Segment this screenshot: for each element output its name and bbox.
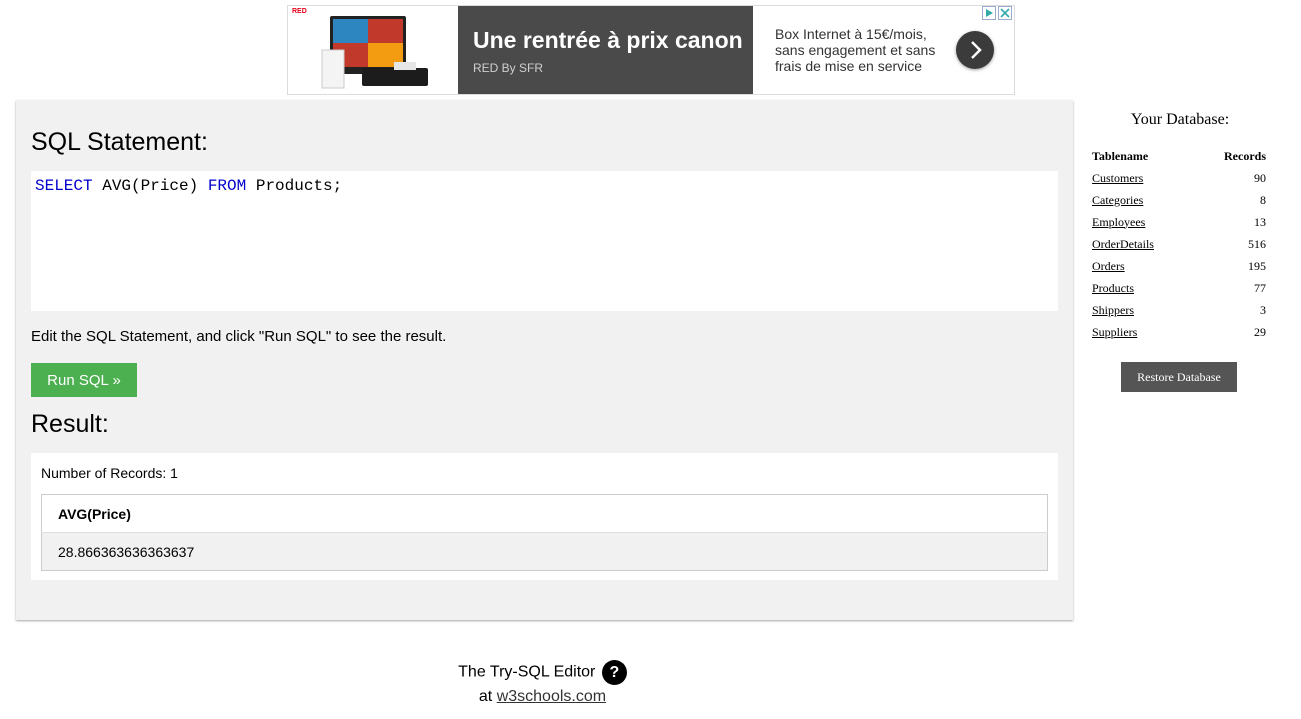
sql-keyword-from: FROM [207,177,247,195]
table-header-row: Tablename Records [1092,145,1266,167]
table-link-customers[interactable]: Customers [1092,171,1143,185]
sql-code-part: Products; [246,177,343,195]
table-link-employees[interactable]: Employees [1092,215,1145,229]
ad-next-button[interactable] [956,31,994,69]
record-count-cell: 8 [1260,192,1266,207]
table-row: 28.866363636363637 [41,532,1048,571]
w3schools-link[interactable]: w3schools.com [497,688,606,705]
ad-product-image [321,16,428,89]
sql-editor[interactable]: SELECT AVG(Price) FROM Products; [31,171,1058,311]
record-count-cell: 13 [1254,214,1266,229]
table-link-orders[interactable]: Orders [1092,259,1125,273]
table-link-shippers[interactable]: Shippers [1092,303,1134,317]
ad-banner[interactable]: RED Une rentrée à prix canon RED By SFR … [287,5,1015,95]
table-link-categories[interactable]: Categories [1092,193,1143,207]
sql-panel: SQL Statement: SELECT AVG(Price) FROM Pr… [16,100,1073,620]
result-heading: Result: [31,410,109,438]
footer: The Try-SQL Editor ? at w3schools.com [430,660,655,709]
table-row: Suppliers 29 [1092,321,1266,343]
help-icon[interactable]: ? [601,660,627,685]
ad-description: Box Internet à 15€/mois, sans engagement… [775,26,936,74]
database-title: Your Database: [1130,111,1230,128]
sql-code[interactable]: SELECT AVG(Price) FROM Products; [35,177,342,195]
sql-statement-heading: SQL Statement: [31,128,208,156]
record-count: Number of Records: 1 [41,465,178,481]
ad-choices[interactable] [982,6,1014,21]
records-header: Records [1224,148,1266,163]
table-link-orderdetails[interactable]: OrderDetails [1092,237,1154,251]
footer-at: at [478,688,493,705]
sql-code-part: AVG(Price) [92,177,208,195]
record-count-cell: 29 [1254,324,1266,339]
result-table: AVG(Price) 28.866363636363637 [41,494,1048,571]
record-count-cell: 90 [1254,170,1266,185]
chevron-right-icon [971,41,982,59]
record-count-cell: 516 [1248,236,1266,251]
table-cell: 28.866363636363637 [41,532,1048,571]
sql-keyword-select: SELECT [35,177,93,195]
instruction-text: Edit the SQL Statement, and click "Run S… [31,328,447,345]
column-header: AVG(Price) [41,494,1048,533]
table-header-row: AVG(Price) [41,494,1048,533]
restore-database-button[interactable]: Restore Database [1121,362,1237,392]
table-link-suppliers[interactable]: Suppliers [1092,325,1137,339]
database-sidebar: Your Database: Tablename Records Custome… [1085,105,1275,392]
adchoices-icon[interactable] [982,6,996,20]
footer-title: The Try-SQL Editor [458,663,596,681]
table-row: Customers 90 [1092,167,1266,189]
close-icon[interactable] [998,6,1012,20]
ad-headline: Une rentrée à prix canon [473,27,743,53]
ad-dark-panel: Une rentrée à prix canon RED By SFR [458,6,753,94]
record-count-cell: 195 [1248,258,1266,273]
table-row: Categories 8 [1092,189,1266,211]
table-link-products[interactable]: Products [1092,281,1134,295]
tablename-header: Tablename [1092,148,1149,163]
record-count-cell: 77 [1254,280,1266,295]
table-row: Orders 195 [1092,255,1266,277]
database-table: Tablename Records Customers 90 Categorie… [1092,145,1266,343]
table-row: OrderDetails 516 [1092,233,1266,255]
table-row: Shippers 3 [1092,299,1266,321]
run-sql-button[interactable]: Run SQL » [31,363,137,397]
record-count-cell: 3 [1260,302,1266,317]
table-row: Employees 13 [1092,211,1266,233]
result-box: Number of Records: 1 AVG(Price) 28.86636… [31,453,1058,580]
table-row: Products 77 [1092,277,1266,299]
ad-brand: RED By SFR [473,61,544,75]
ad-logo: RED [292,8,307,15]
footer-line-1: The Try-SQL Editor ? [430,660,655,685]
footer-line-2: at w3schools.com [430,685,655,709]
